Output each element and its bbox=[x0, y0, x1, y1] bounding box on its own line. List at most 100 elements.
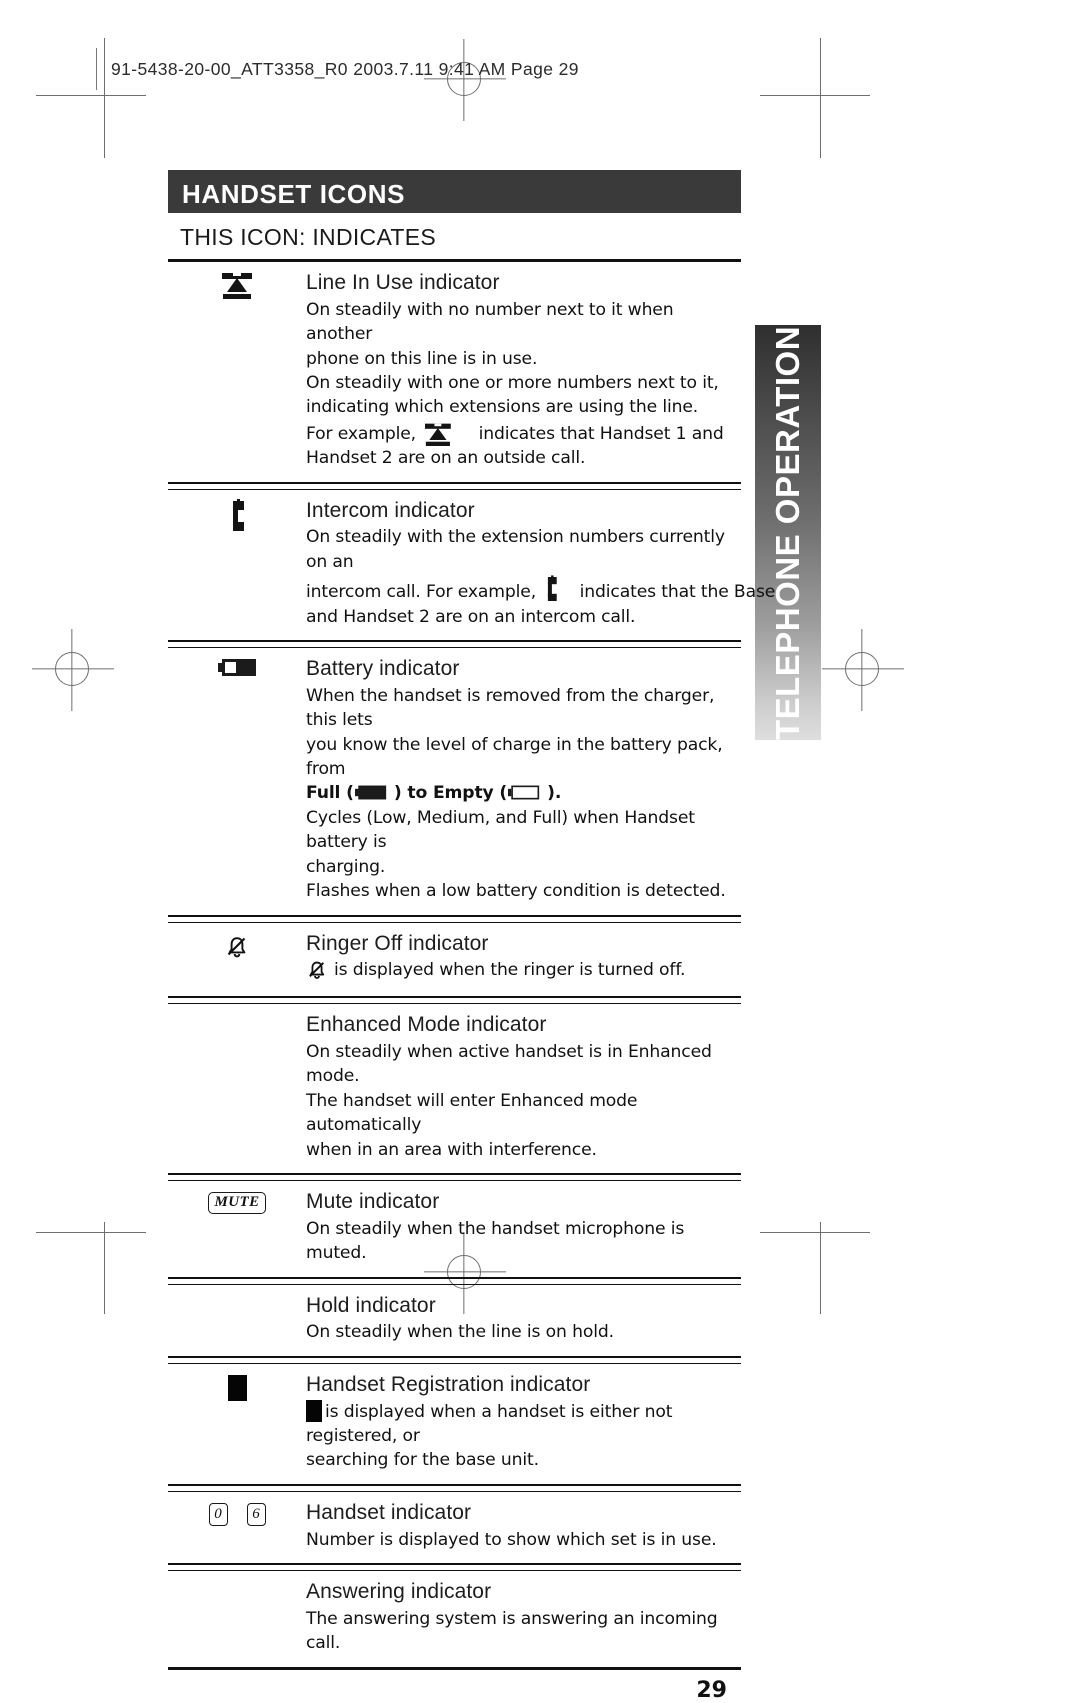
indicator-name: Answering indicator bbox=[306, 1579, 492, 1603]
row-divider bbox=[168, 481, 741, 490]
row-icon-cell: 06 bbox=[168, 1492, 306, 1563]
row-divider bbox=[168, 914, 741, 923]
inline-suffix: is displayed when a handset is either no… bbox=[306, 1401, 673, 1446]
table-row: 06 Handset indicator Number is displayed… bbox=[168, 1492, 741, 1563]
desc-line: On steadily with the extension numbers c… bbox=[306, 527, 725, 572]
indicator-name: Hold indicator bbox=[306, 1293, 436, 1317]
row-icon-cell bbox=[168, 648, 306, 915]
row-text-cell: Battery indicator When the handset is re… bbox=[306, 648, 741, 915]
indicator-name: Ringer Off indicator bbox=[306, 931, 489, 955]
desc-line: On steadily with no number next to it wh… bbox=[306, 299, 674, 345]
desc-line: Cycles (Low, Medium, and Full) when Hand… bbox=[306, 807, 695, 853]
battery-full-icon bbox=[354, 786, 387, 800]
desc-line: The handset will enter Enhanced mode aut… bbox=[306, 1090, 638, 1136]
desc-inline-line: is displayed when a handset is either no… bbox=[306, 1399, 737, 1449]
print-slug: 91-5438-20-00_ATT3358_R0 2003.7.11 9:41 … bbox=[96, 48, 579, 90]
desc-battery-levels-line: Full () to Empty (). bbox=[306, 781, 737, 805]
black-square-icon bbox=[227, 1374, 247, 1401]
row-icon-cell bbox=[168, 1285, 306, 1356]
row-divider bbox=[168, 1355, 741, 1364]
row-icon-cell bbox=[168, 1571, 306, 1667]
section-side-tab: TELEPHONE OPERATION bbox=[755, 325, 821, 740]
mute-badge-icon: MUTE bbox=[207, 1192, 267, 1214]
indicator-name: Intercom indicator bbox=[306, 498, 475, 522]
line-in-use-phone-icon bbox=[222, 273, 252, 299]
row-text-cell: Line In Use indicator On steadily with n… bbox=[306, 262, 741, 482]
battery-end-label: ). bbox=[547, 783, 562, 804]
example-suffix: indicates that the Base bbox=[579, 582, 776, 603]
desc-line: Handset 2 are on an outside call. bbox=[306, 448, 586, 469]
desc-line: when in an area with interference. bbox=[306, 1139, 597, 1160]
row-icon-cell bbox=[168, 1364, 306, 1484]
column-header: THIS ICON: INDICATES bbox=[180, 224, 437, 250]
crop-line-top-right bbox=[760, 95, 870, 97]
handset-number-badge-0: 0 bbox=[208, 1502, 228, 1526]
ringer-off-bell-icon bbox=[224, 934, 250, 960]
row-icon-cell bbox=[168, 1004, 306, 1173]
row-text-cell: Mute indicator On steadily when the hand… bbox=[306, 1181, 741, 1277]
desc-line: and Handset 2 are on an intercom call. bbox=[306, 606, 636, 627]
table-row: Hold indicator On steadily when the line… bbox=[168, 1285, 741, 1356]
row-icon-cell: MUTE bbox=[168, 1181, 306, 1277]
table-row: Handset Registration indicator is displa… bbox=[168, 1364, 741, 1484]
row-icon-cell bbox=[168, 923, 306, 997]
row-divider bbox=[168, 1483, 741, 1492]
handset-number-badge-6: 6 bbox=[246, 1502, 266, 1526]
registration-mark-left bbox=[55, 652, 89, 686]
row-divider bbox=[168, 1276, 741, 1285]
inline-suffix: is displayed when the ringer is turned o… bbox=[334, 960, 686, 981]
desc-line: phone on this line is in use. bbox=[306, 348, 538, 369]
black-square-icon-inline bbox=[306, 1399, 322, 1422]
crop-line-bottom-left-vert bbox=[104, 1222, 106, 1314]
row-icon-cell bbox=[168, 490, 306, 640]
row-divider bbox=[168, 996, 741, 1005]
table-row: Line In Use indicator On steadily with n… bbox=[168, 262, 741, 482]
row-divider bbox=[168, 1562, 741, 1571]
handset-icons-table: Line In Use indicator On steadily with n… bbox=[168, 262, 775, 1667]
desc-line: On steadily with one or more numbers nex… bbox=[306, 372, 719, 393]
desc-line: indicating which extensions are using th… bbox=[306, 397, 699, 418]
page-title: HANDSET ICONS bbox=[168, 170, 741, 213]
indicator-name: Line In Use indicator bbox=[306, 271, 500, 294]
table-row: MUTE Mute indicator On steadily when the… bbox=[168, 1181, 741, 1277]
intercom-icon bbox=[231, 498, 244, 531]
indicator-name: Battery indicator bbox=[306, 657, 460, 681]
desc-line: Number is displayed to show which set is… bbox=[306, 1529, 717, 1550]
row-text-cell: Answering indicator The answering system… bbox=[306, 1571, 741, 1667]
table-row: Intercom indicator On steadily with the … bbox=[168, 490, 775, 640]
desc-line: you know the level of charge in the batt… bbox=[306, 734, 723, 780]
desc-example-line: intercom call. For example, indicates th… bbox=[306, 574, 775, 604]
line-in-use-phone-icon-inline bbox=[425, 423, 452, 446]
desc-line: searching for the base unit. bbox=[306, 1450, 539, 1471]
desc-line: The answering system is answering an inc… bbox=[306, 1608, 718, 1654]
example-prefix: For example, bbox=[306, 423, 416, 444]
crop-line-top-left bbox=[36, 95, 146, 97]
table-row: Ringer Off indicator is displayed when t… bbox=[168, 923, 741, 997]
row-divider bbox=[168, 1173, 741, 1182]
page-content: HANDSET ICONS THIS ICON: INDICATES Line … bbox=[168, 170, 775, 1703]
battery-icon bbox=[218, 659, 256, 677]
row-text-cell: Ringer Off indicator is displayed when t… bbox=[306, 923, 741, 997]
battery-empty-icon bbox=[508, 786, 540, 800]
desc-line: On steadily when the handset microphone … bbox=[306, 1218, 685, 1264]
desc-example-line: For example, indicates that Handset 1 an… bbox=[306, 420, 737, 446]
row-text-cell: Hold indicator On steadily when the line… bbox=[306, 1285, 741, 1356]
desc-line: On steadily when the line is on hold. bbox=[306, 1322, 614, 1343]
row-divider bbox=[168, 640, 741, 649]
example-prefix: intercom call. For example, bbox=[306, 582, 537, 603]
table-row: Answering indicator The answering system… bbox=[168, 1571, 741, 1667]
ringer-off-bell-icon-inline bbox=[306, 959, 332, 985]
battery-mid-label: ) to Empty ( bbox=[393, 783, 508, 804]
desc-line: When the handset is removed from the cha… bbox=[306, 685, 715, 731]
row-text-cell: Enhanced Mode indicator On steadily when… bbox=[306, 1004, 741, 1173]
indicator-name: Mute indicator bbox=[306, 1190, 440, 1214]
page-number: 29 bbox=[696, 1677, 727, 1703]
crop-line-bottom-left bbox=[36, 1232, 146, 1234]
row-icon-cell bbox=[168, 262, 306, 482]
table-row: Enhanced Mode indicator On steadily when… bbox=[168, 1004, 741, 1173]
row-text-cell: Intercom indicator On steadily with the … bbox=[306, 490, 775, 640]
desc-line: charging. bbox=[306, 856, 386, 877]
desc-inline-line: is displayed when the ringer is turned o… bbox=[306, 958, 737, 985]
crop-line-top-right-vert bbox=[820, 38, 822, 158]
row-text-cell: Handset Registration indicator is displa… bbox=[306, 1364, 741, 1484]
